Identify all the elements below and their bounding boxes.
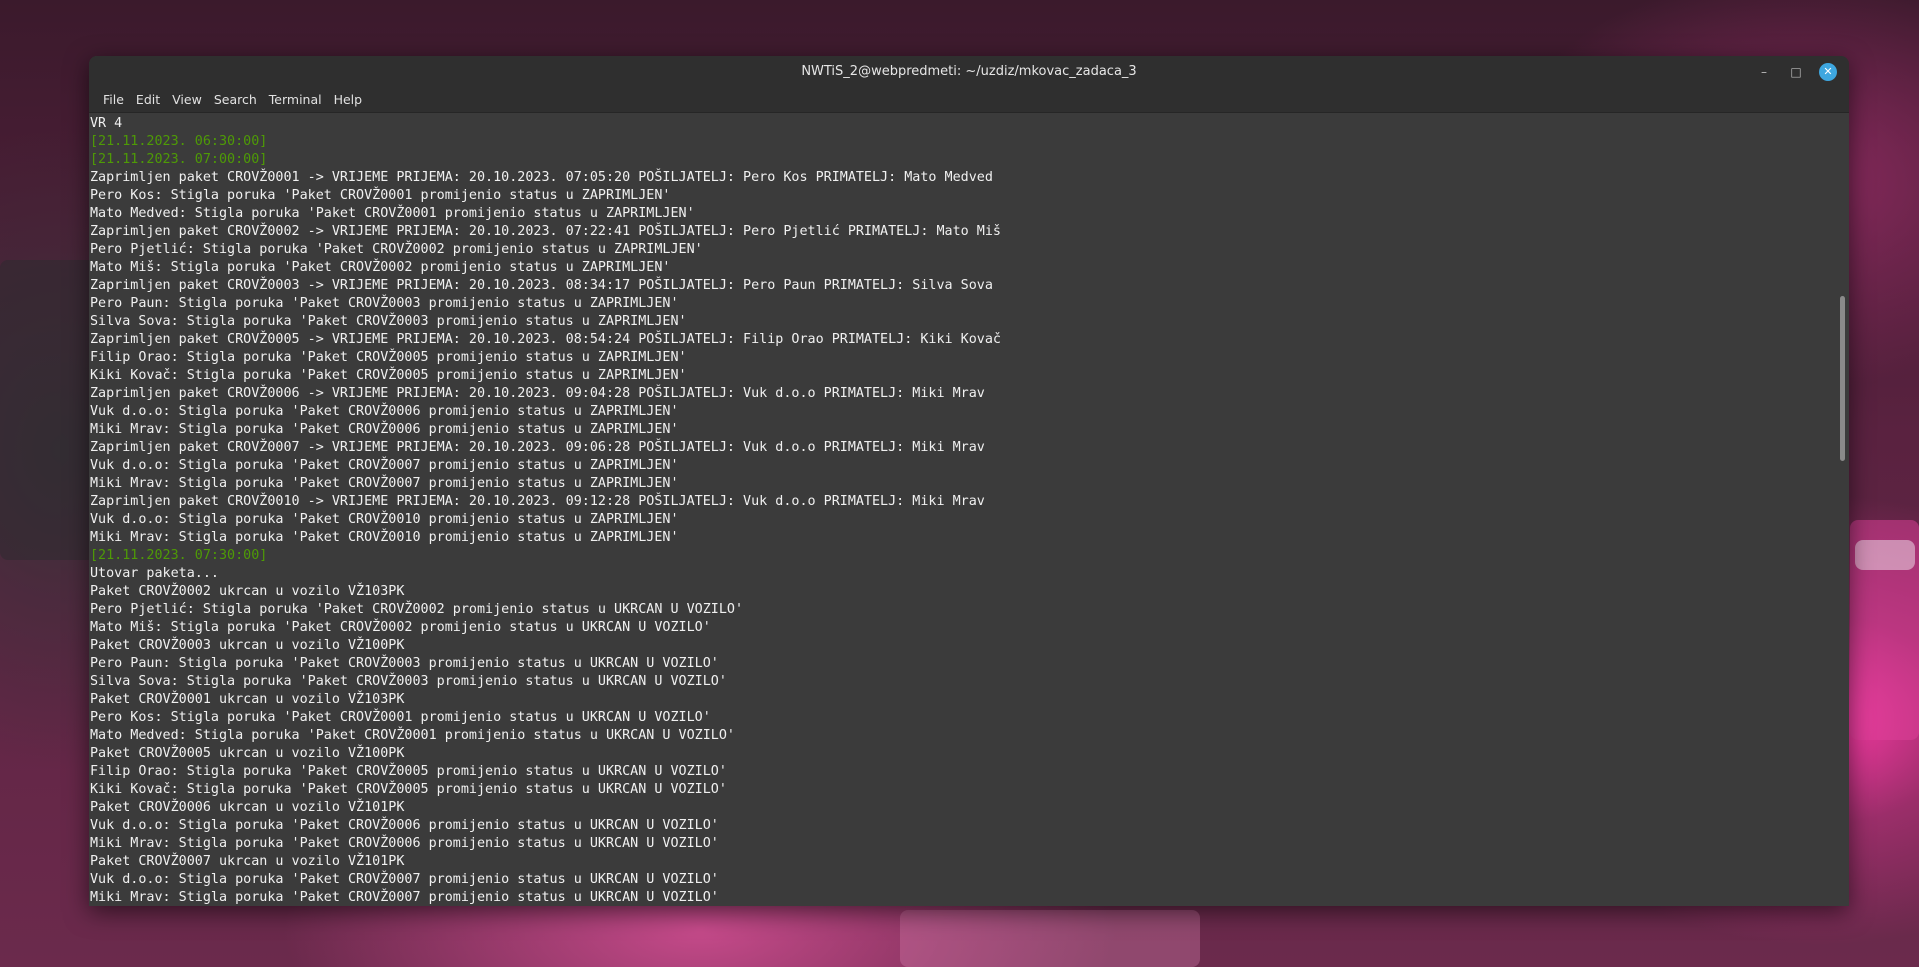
terminal-line: Mato Miš: Stigla poruka 'Paket CROVŽ0002… [90,620,711,635]
menu-search[interactable]: Search [208,92,263,107]
terminal-line: Miki Mrav: Stigla poruka 'Paket CROVŽ000… [90,836,719,851]
terminal-timestamp-line: [21.11.2023. 06:30:00] [90,134,268,149]
background-light [1855,540,1915,570]
terminal-line: Kiki Kovač: Stigla poruka 'Paket CROVŽ00… [90,782,727,797]
terminal-timestamp-line: [21.11.2023. 07:00:00] [90,152,268,167]
terminal-line: Silva Sova: Stigla poruka 'Paket CROVŽ00… [90,674,727,689]
terminal-window: NWTiS_2@webpredmeti: ~/uzdiz/mkovac_zada… [89,56,1849,906]
terminal-line: Zaprimljen paket CROVŽ0010 -> VRIJEME PR… [90,494,985,509]
terminal-line: Filip Orao: Stigla poruka 'Paket CROVŽ00… [90,350,687,365]
terminal-output[interactable]: VR 4 [21.11.2023. 06:30:00] [21.11.2023. 0… [89,113,1835,906]
terminal-line: Vuk d.o.o: Stigla poruka 'Paket CROVŽ000… [90,872,719,887]
terminal-line: Miki Mrav: Stigla poruka 'Paket CROVŽ000… [90,422,679,437]
background-object [900,910,1200,967]
terminal-line: Silva Sova: Stigla poruka 'Paket CROVŽ00… [90,314,687,329]
terminal-line: Paket CROVŽ0003 ukrcan u vozilo VŽ100PK [90,638,405,653]
terminal-line: Vuk d.o.o: Stigla poruka 'Paket CROVŽ000… [90,404,679,419]
terminal-line: Pero Paun: Stigla poruka 'Paket CROVŽ000… [90,296,679,311]
terminal-line: Zaprimljen paket CROVŽ0005 -> VRIJEME PR… [90,332,1001,347]
maximize-button[interactable]: □ [1787,63,1805,81]
terminal-line: Zaprimljen paket CROVŽ0003 -> VRIJEME PR… [90,278,993,293]
terminal-line: Paket CROVŽ0005 ukrcan u vozilo VŽ100PK [90,746,405,761]
terminal-line: Filip Orao: Stigla poruka 'Paket CROVŽ00… [90,764,727,779]
minimize-button[interactable]: – [1755,63,1773,81]
terminal-line: Zaprimljen paket CROVŽ0001 -> VRIJEME PR… [90,170,993,185]
background-keyboard [0,260,95,560]
terminal-line: Vuk d.o.o: Stigla poruka 'Paket CROVŽ000… [90,818,719,833]
terminal-line: Kiki Kovač: Stigla poruka 'Paket CROVŽ00… [90,368,687,383]
menu-help[interactable]: Help [328,92,369,107]
terminal-line: Pero Kos: Stigla poruka 'Paket CROVŽ0001… [90,710,711,725]
menu-edit[interactable]: Edit [130,92,166,107]
terminal-line: Miki Mrav: Stigla poruka 'Paket CROVŽ000… [90,476,679,491]
terminal-line: Paket CROVŽ0006 ukrcan u vozilo VŽ101PK [90,800,405,815]
close-button[interactable]: ✕ [1819,62,1837,81]
menu-view[interactable]: View [166,92,208,107]
menu-terminal[interactable]: Terminal [263,92,328,107]
terminal-line: Paket CROVŽ0007 ukrcan u vozilo VŽ101PK [90,854,405,869]
scrollbar[interactable] [1835,113,1849,906]
terminal-line: Pero Pjetlić: Stigla poruka 'Paket CROVŽ… [90,602,744,617]
terminal-line: Utovar paketa... [90,566,219,581]
terminal-line: Mato Medved: Stigla poruka 'Paket CROVŽ0… [90,728,735,743]
terminal-timestamp-line: [21.11.2023. 07:30:00] [90,548,268,563]
terminal-line: Paket CROVŽ0001 ukrcan u vozilo VŽ103PK [90,692,405,707]
terminal-line: Pero Paun: Stigla poruka 'Paket CROVŽ000… [90,656,719,671]
menu-file[interactable]: File [97,92,130,107]
terminal-line: Zaprimljen paket CROVŽ0007 -> VRIJEME PR… [90,440,985,455]
terminal-line: Vuk d.o.o: Stigla poruka 'Paket CROVŽ000… [90,458,679,473]
terminal-line: Pero Pjetlić: Stigla poruka 'Paket CROVŽ… [90,242,703,257]
terminal-line: Pero Kos: Stigla poruka 'Paket CROVŽ0001… [90,188,671,203]
terminal-line: Miki Mrav: Stigla poruka 'Paket CROVŽ001… [90,530,679,545]
terminal-line: Zaprimljen paket CROVŽ0002 -> VRIJEME PR… [90,224,1001,239]
terminal-line: VR 4 [90,116,123,131]
terminal-line: Vuk d.o.o: Stigla poruka 'Paket CROVŽ001… [90,512,679,527]
terminal-line: Paket CROVŽ0002 ukrcan u vozilo VŽ103PK [90,584,405,599]
terminal-line: Zaprimljen paket CROVŽ0006 -> VRIJEME PR… [90,386,985,401]
menu-bar: File Edit View Search Terminal Help [89,87,1849,113]
window-controls: – □ ✕ [1755,56,1837,87]
title-bar[interactable]: NWTiS_2@webpredmeti: ~/uzdiz/mkovac_zada… [89,56,1849,87]
terminal-line: Miki Mrav: Stigla poruka 'Paket CROVŽ000… [90,890,719,905]
window-title: NWTiS_2@webpredmeti: ~/uzdiz/mkovac_zada… [801,64,1137,79]
scrollbar-thumb[interactable] [1840,296,1845,461]
terminal-line: Mato Medved: Stigla poruka 'Paket CROVŽ0… [90,206,695,221]
terminal-line: Mato Miš: Stigla poruka 'Paket CROVŽ0002… [90,260,671,275]
